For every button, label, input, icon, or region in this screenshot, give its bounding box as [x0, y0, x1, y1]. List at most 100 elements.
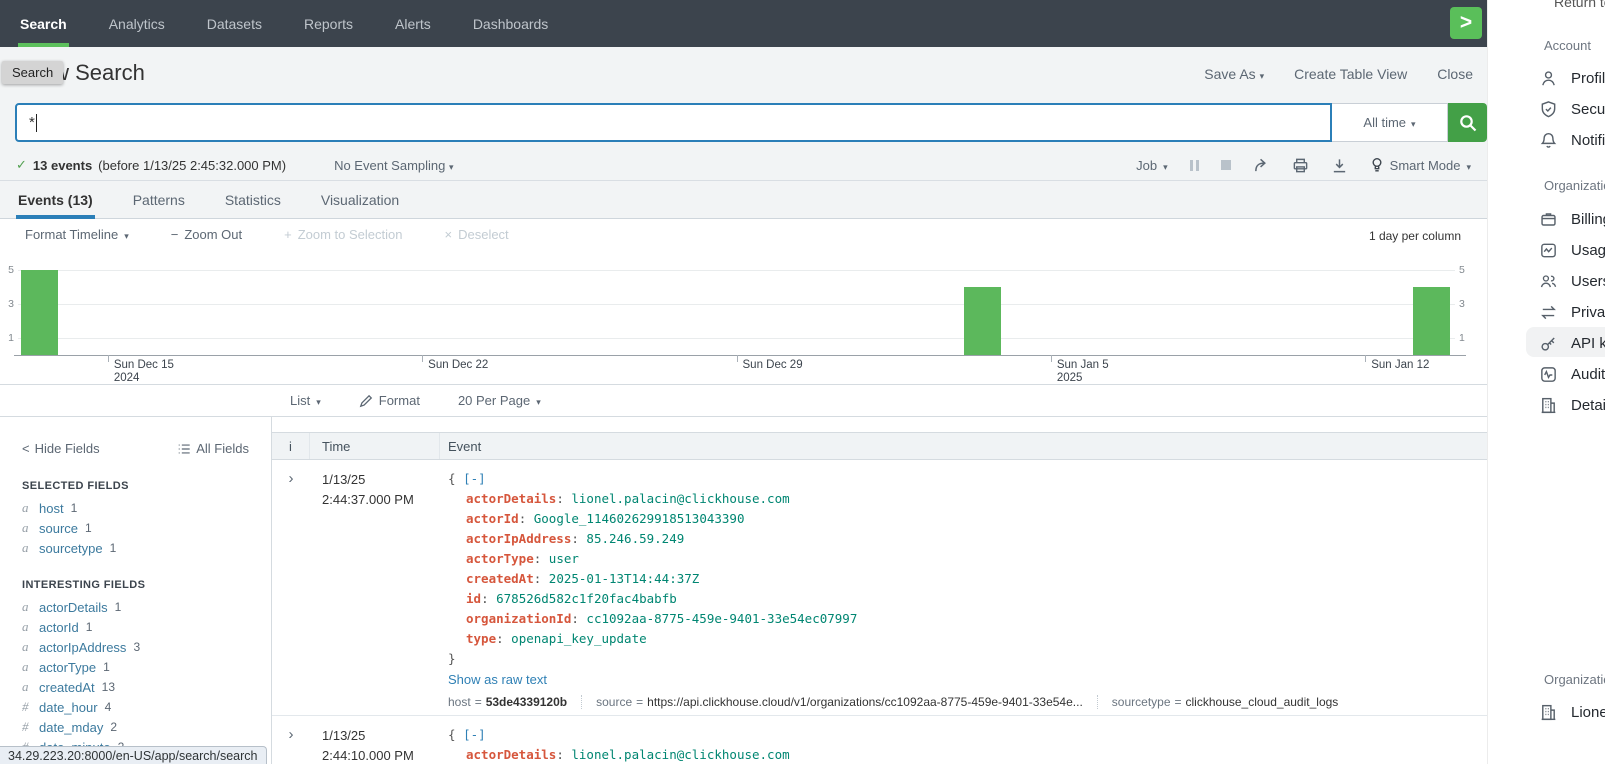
expand-event-button[interactable]	[272, 716, 310, 764]
meta-sourcetype[interactable]: sourcetype=clickhouse_cloud_audit_logs	[1097, 695, 1353, 709]
pause-button[interactable]	[1190, 160, 1199, 171]
json-value[interactable]: lionel.palacin@clickhouse.com	[571, 747, 789, 762]
menu-item-api-keys[interactable]: API keys	[1539, 331, 1605, 355]
menu-item-private[interactable]: Private	[1539, 300, 1605, 324]
share-icon	[1253, 157, 1270, 174]
json-value[interactable]: 678526d582c1f20fac4babfb	[496, 591, 677, 606]
tab-patterns[interactable]: Patterns	[131, 182, 187, 218]
caret-down-icon	[449, 158, 454, 173]
expand-event-button[interactable]	[272, 460, 310, 715]
json-value[interactable]: 85.246.59.249	[586, 531, 684, 546]
print-icon	[1292, 157, 1309, 174]
export-button[interactable]	[1331, 157, 1348, 174]
format-timeline-dropdown[interactable]: Format Timeline	[25, 227, 129, 242]
timeline-bar[interactable]	[964, 287, 1001, 355]
menu-item-billing[interactable]: Billing	[1539, 207, 1605, 231]
collapse-json-toggle[interactable]: [-]	[463, 471, 486, 486]
event-row: 1/13/25 2:44:10.000 PM { [-] actorDetail…	[272, 716, 1487, 764]
menu-item-details[interactable]: Details	[1539, 393, 1605, 417]
hide-fields-button[interactable]: Hide Fields	[22, 441, 100, 456]
menu-item-audit[interactable]: Audit	[1539, 362, 1605, 386]
billing-icon	[1539, 210, 1558, 229]
close-button[interactable]: Close	[1437, 66, 1473, 82]
nav-datasets[interactable]: Datasets	[205, 0, 264, 47]
json-value[interactable]: cc1092aa-8775-459e-9401-33e54ec07997	[586, 611, 857, 626]
menu-item-profile[interactable]: Profile	[1539, 66, 1605, 90]
field-item-date_mday[interactable]: #date_mday2	[22, 717, 271, 737]
x-axis-label: Sun Dec 152024	[114, 359, 174, 385]
menu-item-notifications[interactable]: Notifications	[1539, 128, 1605, 152]
collapse-json-toggle[interactable]: [-]	[463, 727, 486, 742]
x-axis-label: Sun Dec 29	[743, 359, 803, 372]
json-value[interactable]: openapi_key_update	[511, 631, 646, 646]
per-page-dropdown[interactable]: 20 Per Page	[458, 393, 541, 408]
search-button[interactable]	[1448, 103, 1487, 142]
account-section-header: Account	[1544, 38, 1591, 53]
job-menu[interactable]: Job	[1136, 158, 1168, 173]
meta-host[interactable]: host=53de4339120b	[448, 695, 581, 709]
print-button[interactable]	[1292, 157, 1309, 174]
field-item-actorId[interactable]: aactorId1	[22, 617, 271, 637]
timeline-bar[interactable]	[1413, 287, 1450, 355]
nav-analytics[interactable]: Analytics	[107, 0, 167, 47]
json-value[interactable]: lionel.palacin@clickhouse.com	[571, 491, 789, 506]
format-results-button[interactable]: Format	[359, 393, 420, 408]
search-icon	[1458, 113, 1478, 133]
y-axis-label: 3	[1459, 298, 1473, 310]
caret-down-icon	[1163, 158, 1168, 173]
nav-alerts[interactable]: Alerts	[393, 0, 433, 47]
meta-source[interactable]: source=https://api.clickhouse.cloud/v1/o…	[581, 695, 1097, 709]
timeline-bar[interactable]	[21, 270, 58, 355]
results-content: Hide Fields All Fields SELECTED FIELDS a…	[0, 417, 1487, 764]
field-item-sourcetype[interactable]: asourcetype1	[22, 538, 271, 558]
field-item-actorIpAddress[interactable]: aactorIpAddress3	[22, 637, 271, 657]
tab-statistics[interactable]: Statistics	[223, 182, 283, 218]
menu-item-usage[interactable]: Usage	[1539, 238, 1605, 262]
zoom-out-button[interactable]: Zoom Out	[171, 227, 242, 242]
time-range-picker[interactable]: All time	[1332, 103, 1448, 142]
return-to-link[interactable]: Return to	[1554, 0, 1605, 10]
timeline-chart: 553311Sun Dec 152024Sun Dec 22Sun Dec 29…	[0, 258, 1487, 384]
json-value[interactable]: 2025-01-13T14:44:37Z	[549, 571, 700, 586]
field-item-host[interactable]: ahost1	[22, 498, 271, 518]
json-value[interactable]: Google_114602629918513043390	[534, 511, 745, 526]
caret-down-icon	[1411, 115, 1416, 130]
users-icon	[1539, 272, 1558, 291]
field-item-actorDetails[interactable]: aactorDetails1	[22, 597, 271, 617]
tab-events[interactable]: Events (13)	[16, 182, 95, 218]
menu-item-security[interactable]: Security	[1539, 97, 1605, 121]
field-item-actorType[interactable]: aactorType1	[22, 657, 271, 677]
x-axis-line	[14, 355, 1466, 356]
stop-button[interactable]	[1221, 160, 1231, 170]
search-input[interactable]: *	[15, 103, 1332, 142]
key-icon	[1539, 334, 1558, 353]
list-view-dropdown[interactable]: List	[290, 393, 321, 408]
tab-visualization[interactable]: Visualization	[319, 182, 401, 218]
show-raw-text-link[interactable]: Show as raw text	[448, 672, 1487, 687]
all-fields-button[interactable]: All Fields	[177, 441, 249, 456]
search-mode-dropdown[interactable]: Smart Mode	[1370, 157, 1471, 173]
event-sampling-dropdown[interactable]: No Event Sampling	[334, 158, 453, 173]
event-row: 1/13/25 2:44:37.000 PM { [-] actorDetail…	[272, 460, 1487, 716]
gridline	[18, 270, 1455, 271]
screen: Search Analytics Datasets Reports Alerts…	[0, 0, 1605, 764]
field-item-createdAt[interactable]: acreatedAt13	[22, 677, 271, 697]
create-table-view-button[interactable]: Create Table View	[1294, 66, 1407, 82]
nav-search[interactable]: Search	[18, 0, 69, 47]
nav-dashboards[interactable]: Dashboards	[471, 0, 551, 47]
save-as-button[interactable]: Save As	[1204, 66, 1264, 82]
nav-reports[interactable]: Reports	[302, 0, 355, 47]
results-toolbar: List Format 20 Per Page	[0, 384, 1487, 417]
deselect-button[interactable]: Deselect	[445, 227, 509, 242]
field-item-date_hour[interactable]: #date_hour4	[22, 697, 271, 717]
json-value[interactable]: user	[549, 551, 579, 566]
field-item-source[interactable]: asource1	[22, 518, 271, 538]
y-axis-label: 3	[0, 298, 14, 310]
top-nav: Search Analytics Datasets Reports Alerts…	[0, 0, 1487, 47]
splunk-logo[interactable]: >	[1450, 7, 1482, 39]
zoom-to-selection-button[interactable]: Zoom to Selection	[284, 227, 402, 242]
share-button[interactable]	[1253, 157, 1270, 174]
y-axis-label: 5	[1459, 264, 1473, 276]
menu-item-users[interactable]: Users	[1539, 269, 1605, 293]
menu-item-organization-name[interactable]: Lionel	[1539, 700, 1605, 724]
